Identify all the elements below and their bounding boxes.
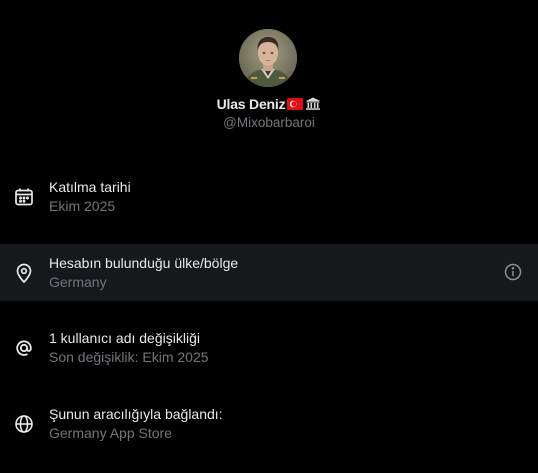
detail-subtitle: Germany App Store (49, 425, 172, 441)
detail-row-join-date: Katılma tarihi Ekim 2025 (0, 168, 538, 225)
detail-row-username-changes: 1 kullanıcı adı değişikliği Son değişikl… (0, 319, 538, 376)
info-icon[interactable] (503, 262, 523, 282)
calendar-icon (13, 186, 35, 208)
globe-icon (13, 413, 35, 435)
detail-subtitle: Germany (49, 274, 107, 290)
detail-title: 1 kullanıcı adı değişikliği (49, 330, 200, 346)
detail-title: Hesabın bulunduğu ülke/bölge (49, 255, 239, 271)
detail-title: Şunun aracılığıyla bağlandı: (49, 406, 223, 422)
detail-title: Katılma tarihi (49, 179, 131, 195)
display-name[interactable]: Ulas Deniz (217, 96, 286, 112)
detail-row-account-location[interactable]: Hesabın bulunduğu ülke/bölge Germany (0, 244, 538, 301)
avatar[interactable] (239, 29, 297, 87)
turkish-flag-icon (287, 97, 304, 111)
profile-header: Ulas Deniz @Mixobarbaroi (0, 0, 538, 150)
user-handle[interactable]: @Mixobarbaroi (0, 115, 538, 130)
display-name-row: Ulas Deniz (0, 94, 538, 114)
location-pin-icon (13, 262, 35, 284)
detail-subtitle: Son değişiklik: Ekim 2025 (49, 349, 209, 365)
detail-row-connected-via: Şunun aracılığıyla bağlandı: Germany App… (0, 395, 538, 452)
classical-building-icon (305, 97, 321, 111)
detail-subtitle: Ekim 2025 (49, 198, 116, 214)
at-sign-icon (13, 337, 35, 359)
